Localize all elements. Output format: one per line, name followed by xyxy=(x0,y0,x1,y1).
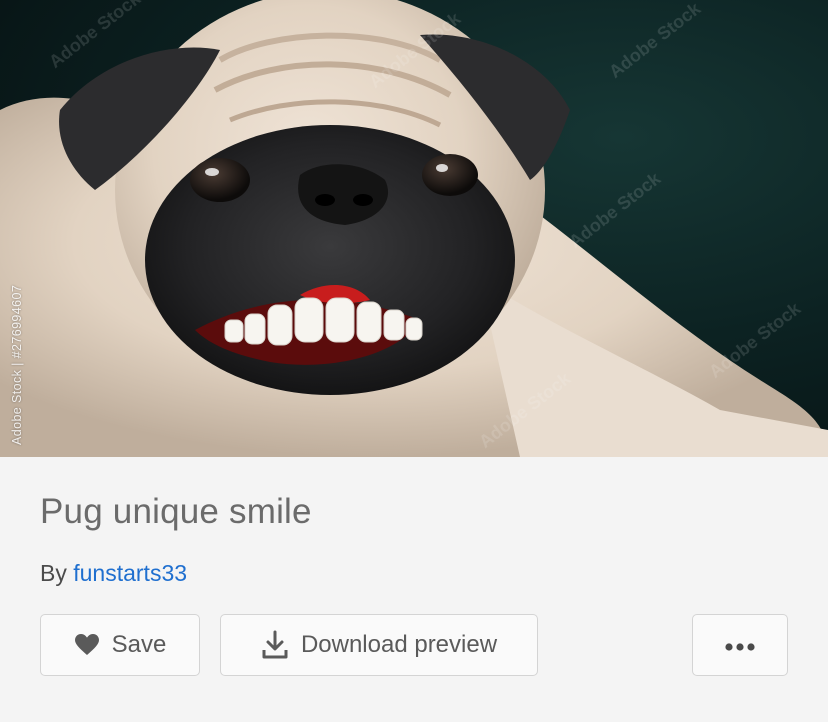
more-horizontal-icon xyxy=(724,631,756,659)
download-preview-button[interactable]: Download preview xyxy=(220,614,538,676)
asset-title: Pug unique smile xyxy=(40,492,312,531)
download-icon xyxy=(261,630,289,660)
byline: By funstarts33 xyxy=(40,560,187,587)
pug-illustration xyxy=(0,0,828,457)
save-label: Save xyxy=(111,631,167,658)
more-options-button[interactable] xyxy=(692,614,788,676)
download-label: Download preview xyxy=(300,631,498,658)
author-link[interactable]: funstarts33 xyxy=(73,560,187,586)
heart-icon xyxy=(74,633,100,657)
asset-photo[interactable]: Adobe Stock Adobe Stock Adobe Stock Adob… xyxy=(0,0,828,457)
photo-id-watermark: Adobe Stock | #276994607 xyxy=(10,284,24,445)
stock-asset-card: Adobe Stock Adobe Stock Adobe Stock Adob… xyxy=(0,0,828,722)
byline-prefix: By xyxy=(40,560,67,586)
save-button[interactable]: Save xyxy=(40,614,200,676)
